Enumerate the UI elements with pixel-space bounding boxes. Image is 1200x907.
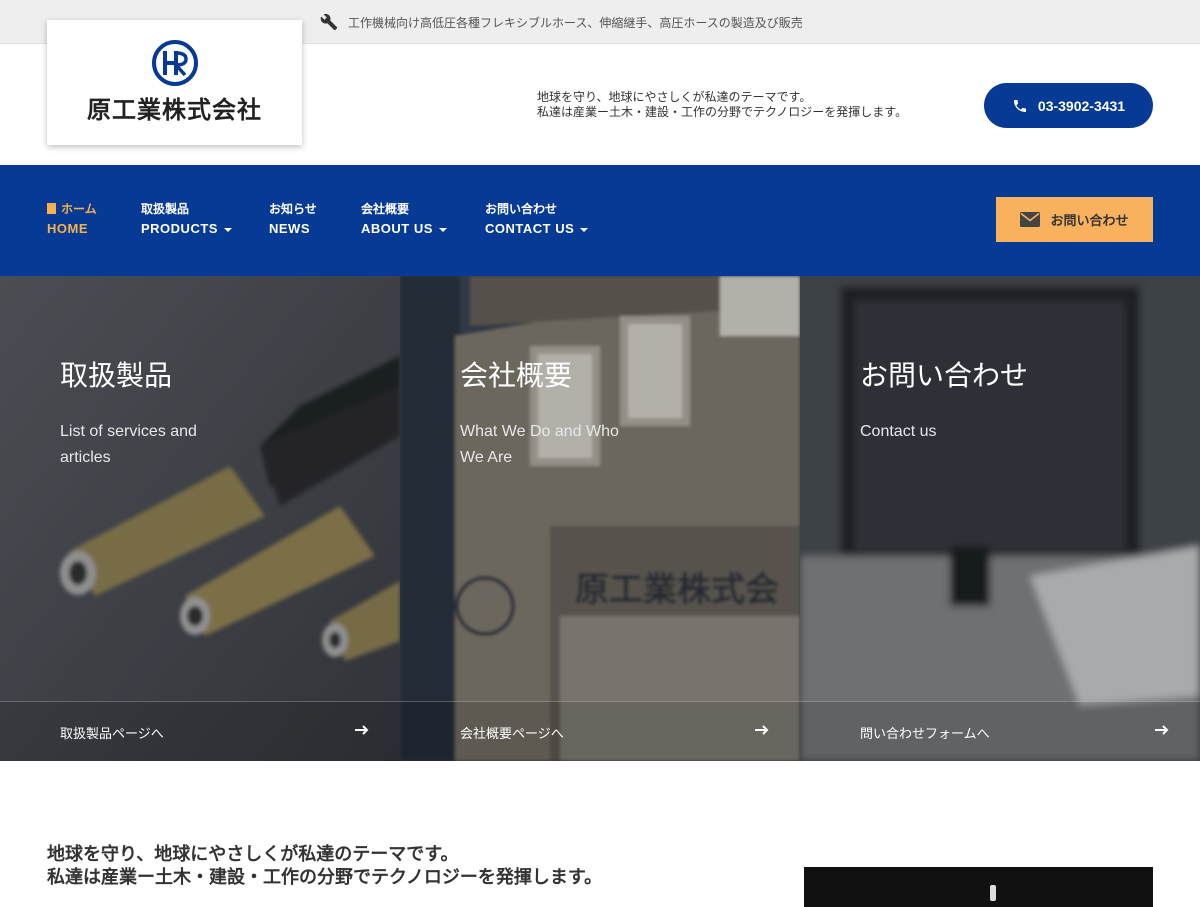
phone-button[interactable]: 03-3902-3431 bbox=[984, 83, 1153, 128]
nav-contact-jp: お問い合わせ bbox=[485, 202, 558, 216]
intro-image bbox=[804, 867, 1153, 907]
main-navigation: ホーム HOME 取扱製品 PRODUCTS お知らせ NEWS 会社概要 AB… bbox=[0, 165, 1200, 276]
panel-about-link[interactable]: 会社概要ページへ bbox=[400, 701, 800, 761]
nav-about-en: ABOUT US bbox=[361, 221, 433, 236]
arrow-right-icon bbox=[355, 725, 369, 735]
chevron-down-icon bbox=[223, 227, 232, 232]
panel-about-subtitle: What We Do and Who We Are bbox=[460, 423, 619, 466]
nav-news-en: NEWS bbox=[269, 221, 310, 236]
phone-number: 03-3902-3431 bbox=[1037, 97, 1126, 114]
panel-products[interactable]: 取扱製品 List of services and articles 取扱製品ペ… bbox=[0, 276, 400, 761]
intro-line-1: 地球を守り、地球にやさしくが私達のテーマです。 bbox=[47, 844, 459, 865]
tagline-line-2: 私達は産業ー土木・建設・工作の分野でテクノロジーを発揮します。 bbox=[537, 105, 908, 119]
wrench-icon bbox=[320, 13, 338, 31]
panel-contact-link-label: 問い合わせフォームへ bbox=[860, 727, 990, 742]
nav-home-jp: ホーム bbox=[61, 202, 97, 216]
company-logo-mark bbox=[151, 40, 198, 86]
panel-products-title: 取扱製品 bbox=[60, 359, 173, 392]
envelope-icon bbox=[1020, 212, 1041, 227]
header-tagline: 地球を守り、地球にやさしくが私達のテーマです。 私達は産業ー土木・建設・工作の分… bbox=[537, 90, 907, 120]
tagline-line-1: 地球を守り、地球にやさしくが私達のテーマです。 bbox=[537, 90, 812, 104]
panel-products-subtitle: List of services and articles bbox=[60, 423, 197, 466]
intro-heading: 地球を守り、地球にやさしくが私達のテーマです。 私達は産業ー土木・建設・工作の分… bbox=[47, 843, 602, 889]
nav-products-jp: 取扱製品 bbox=[141, 202, 190, 216]
contact-background-image bbox=[800, 276, 1200, 761]
panel-products-link-label: 取扱製品ページへ bbox=[60, 727, 164, 742]
nav-item-home[interactable]: ホーム HOME bbox=[47, 202, 97, 238]
nav-item-about[interactable]: 会社概要 ABOUT US bbox=[361, 202, 447, 238]
intro-line-2: 私達は産業ー土木・建設・工作の分野でテクノロジーを発揮します。 bbox=[47, 867, 603, 888]
nav-products-en: PRODUCTS bbox=[141, 221, 218, 236]
intro-image-detail bbox=[990, 885, 996, 901]
panel-about-link-label: 会社概要ページへ bbox=[460, 727, 564, 742]
contact-button-label: お問い合わせ bbox=[1050, 214, 1129, 229]
panel-products-link[interactable]: 取扱製品ページへ bbox=[0, 701, 400, 761]
panel-contact[interactable]: お問い合わせ Contact us 問い合わせフォームへ bbox=[800, 276, 1200, 761]
panel-contact-subtitle: Contact us bbox=[860, 423, 937, 440]
nav-home-en: HOME bbox=[47, 221, 88, 236]
nav-news-jp: お知らせ bbox=[269, 202, 317, 216]
nav-about-jp: 会社概要 bbox=[361, 202, 410, 216]
company-name: 原工業株式会社 bbox=[87, 96, 262, 124]
arrow-right-icon bbox=[1155, 725, 1169, 735]
phone-icon bbox=[1013, 99, 1026, 112]
panel-contact-link[interactable]: 問い合わせフォームへ bbox=[800, 701, 1200, 761]
nav-item-contact[interactable]: お問い合わせ CONTACT US bbox=[485, 202, 589, 238]
topbar-text: 工作機械向け高低圧各種フレキシブルホース、伸縮継手、高圧ホースの製造及び販売 bbox=[348, 15, 803, 30]
products-background-image bbox=[0, 276, 400, 761]
nav-item-news[interactable]: お知らせ NEWS bbox=[269, 202, 317, 238]
chevron-down-icon bbox=[580, 227, 589, 232]
nav-contact-en: CONTACT US bbox=[485, 221, 575, 236]
contact-button[interactable]: お問い合わせ bbox=[996, 197, 1153, 242]
feature-panels: 取扱製品 List of services and articles 取扱製品ペ… bbox=[0, 276, 1200, 761]
chevron-down-icon bbox=[438, 227, 447, 232]
panel-about-title: 会社概要 bbox=[460, 359, 573, 392]
home-building-icon bbox=[47, 203, 56, 214]
arrow-right-icon bbox=[755, 725, 769, 735]
logo[interactable]: 原工業株式会社 bbox=[47, 20, 302, 145]
nav-item-products[interactable]: 取扱製品 PRODUCTS bbox=[141, 202, 232, 238]
panel-about[interactable]: 原工業株式会 会社概要 What We Do and Who We Are 会社… bbox=[400, 276, 800, 761]
about-background-image: 原工業株式会 bbox=[400, 276, 800, 761]
panel-contact-title: お問い合わせ bbox=[860, 359, 1029, 392]
